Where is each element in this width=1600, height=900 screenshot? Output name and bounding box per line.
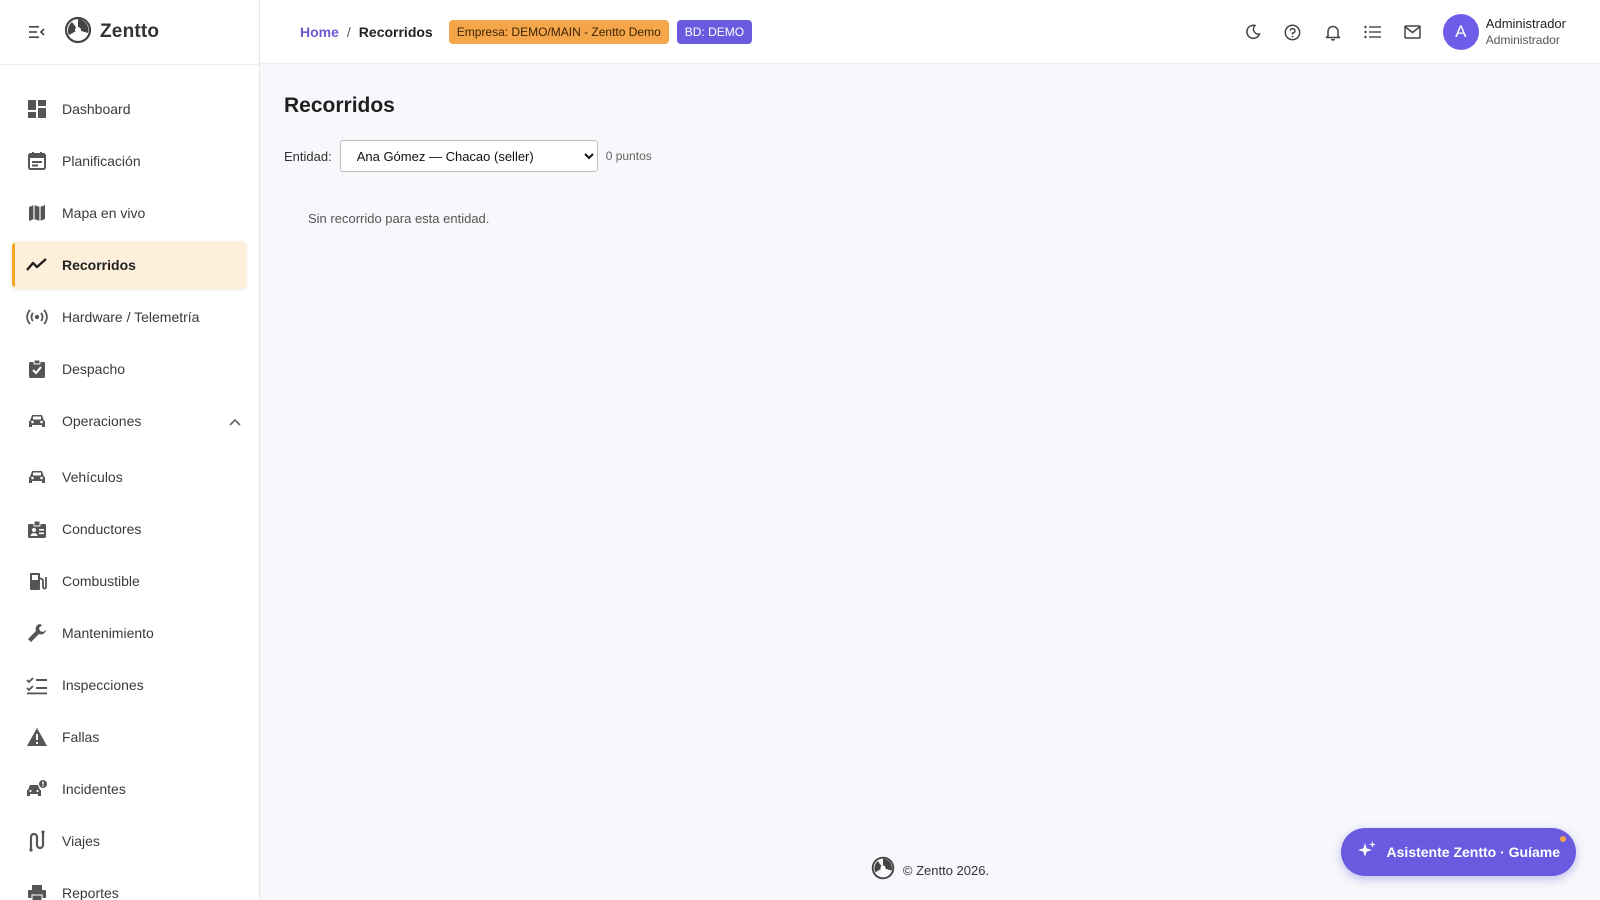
broadcast-icon — [26, 306, 48, 328]
database-badge[interactable]: BD: DEMO — [676, 19, 753, 44]
breadcrumb-home-link[interactable]: Home — [300, 24, 339, 40]
sidebar-item-label: Despacho — [62, 361, 126, 377]
sidebar-item-label: Combustible — [62, 573, 140, 589]
sidebar-item-label: Dashboard — [62, 101, 131, 117]
page-title: Recorridos — [284, 94, 395, 117]
empresa-badge[interactable]: Empresa: DEMO/MAIN - Zentto Demo — [448, 19, 669, 44]
top-bar: Home / Recorridos Empresa: DEMO/MAIN - Z… — [260, 0, 1600, 64]
calendar-icon — [26, 150, 48, 172]
brand[interactable]: Zentto — [64, 16, 159, 49]
user-menu[interactable]: A Administrador Administrador — [1442, 14, 1566, 50]
printer-icon — [26, 882, 48, 900]
sidebar-item-label: Reportes — [62, 885, 119, 900]
sidebar-item-reportes[interactable]: Reportes — [12, 869, 247, 900]
sidebar-item-combustible[interactable]: Combustible — [12, 557, 247, 605]
user-name: Administrador — [1485, 16, 1566, 31]
car-crash-icon — [26, 778, 48, 800]
entity-filter: Entidad: Ana Gómez — Chacao (seller) 0 p… — [284, 140, 652, 172]
trending-line-icon — [26, 254, 48, 276]
sidebar-item-mapa-en-vivo[interactable]: Mapa en vivo — [12, 189, 247, 237]
main-content: Recorridos Entidad: Ana Gómez — Chacao (… — [260, 64, 1600, 900]
sidebar-group-operaciones[interactable]: Operaciones — [12, 397, 247, 445]
map-icon — [26, 202, 48, 224]
list-icon[interactable] — [1363, 22, 1383, 42]
checklist-icon — [26, 674, 48, 696]
sidebar-item-label: Planificación — [62, 153, 141, 169]
mail-icon[interactable] — [1403, 22, 1423, 42]
sidebar-item-label: Conductores — [62, 521, 142, 537]
sidebar-item-label: Mantenimiento — [62, 625, 154, 641]
sidebar-item-planificacion[interactable]: Planificación — [12, 137, 247, 185]
sidebar-item-mantenimiento[interactable]: Mantenimiento — [12, 609, 247, 657]
sidebar-item-label: Mapa en vivo — [62, 205, 146, 221]
zentto-logo-icon — [871, 856, 895, 885]
car-icon — [26, 410, 48, 432]
breadcrumb-separator: / — [346, 23, 351, 40]
route-icon — [26, 830, 48, 852]
breadcrumb-current: Recorridos — [358, 23, 433, 40]
fuel-pump-icon — [26, 570, 48, 592]
empty-state-message: Sin recorrido para esta entidad. — [308, 211, 490, 226]
sidebar-item-despacho[interactable]: Despacho — [12, 345, 247, 393]
sidebar-item-label: Fallas — [62, 729, 100, 745]
entity-filter-label: Entidad: — [284, 148, 332, 164]
warning-icon — [26, 726, 48, 748]
points-count: 0 puntos — [605, 149, 652, 163]
bell-icon[interactable] — [1323, 22, 1343, 42]
sidebar-item-label: Viajes — [62, 833, 100, 849]
sidebar-item-inspecciones[interactable]: Inspecciones — [12, 661, 247, 709]
sidebar-item-vehiculos[interactable]: Vehículos — [12, 453, 247, 501]
brand-name: Zentto — [100, 21, 160, 42]
sidebar: Zentto Dashboard Planificación Mapa en v… — [0, 0, 260, 900]
sidebar-item-viajes[interactable]: Viajes — [12, 817, 247, 865]
zentto-logo-icon — [64, 16, 92, 49]
notification-dot — [1560, 836, 1566, 842]
entity-select[interactable]: Ana Gómez — Chacao (seller) — [339, 140, 598, 172]
collapse-menu-icon[interactable] — [28, 23, 46, 41]
sidebar-header: Zentto — [0, 0, 259, 65]
wrench-icon — [26, 622, 48, 644]
sidebar-item-hardware-telemetria[interactable]: Hardware / Telemetría — [12, 293, 247, 341]
user-info: Administrador Administrador — [1486, 16, 1566, 48]
sidebar-item-dashboard[interactable]: Dashboard — [12, 85, 247, 133]
clipboard-check-icon — [26, 358, 48, 380]
chevron-up-icon[interactable] — [229, 413, 241, 431]
dashboard-icon — [26, 98, 48, 120]
sidebar-item-label: Inspecciones — [62, 677, 144, 693]
footer-copyright: © Zentto 2026. — [902, 863, 990, 878]
sidebar-item-label: Operaciones — [62, 413, 142, 429]
sidebar-item-recorridos[interactable]: Recorridos — [12, 241, 247, 289]
sidebar-item-label: Vehículos — [62, 469, 123, 485]
sidebar-item-label: Incidentes — [62, 781, 126, 797]
help-icon[interactable] — [1283, 22, 1303, 42]
breadcrumb: Home / Recorridos — [300, 24, 433, 40]
sidebar-item-label: Recorridos — [62, 257, 136, 273]
header-actions: A Administrador Administrador — [1223, 0, 1600, 64]
user-role: Administrador — [1485, 33, 1560, 47]
sidebar-nav: Dashboard Planificación Mapa en vivo Rec… — [0, 65, 259, 900]
sparkle-icon — [1357, 840, 1377, 865]
assistant-button[interactable]: Asistente Zentto · Guíame — [1340, 828, 1576, 876]
id-badge-icon — [26, 518, 48, 540]
sidebar-item-conductores[interactable]: Conductores — [12, 505, 247, 553]
dark-mode-icon[interactable] — [1243, 22, 1263, 42]
sidebar-item-fallas[interactable]: Fallas — [12, 713, 247, 761]
avatar: A — [1442, 14, 1479, 50]
sidebar-item-incidentes[interactable]: Incidentes — [12, 765, 247, 813]
assistant-label: Asistente Zentto · Guíame — [1386, 844, 1560, 860]
sidebar-item-label: Hardware / Telemetría — [62, 309, 200, 325]
car-icon — [26, 466, 48, 488]
